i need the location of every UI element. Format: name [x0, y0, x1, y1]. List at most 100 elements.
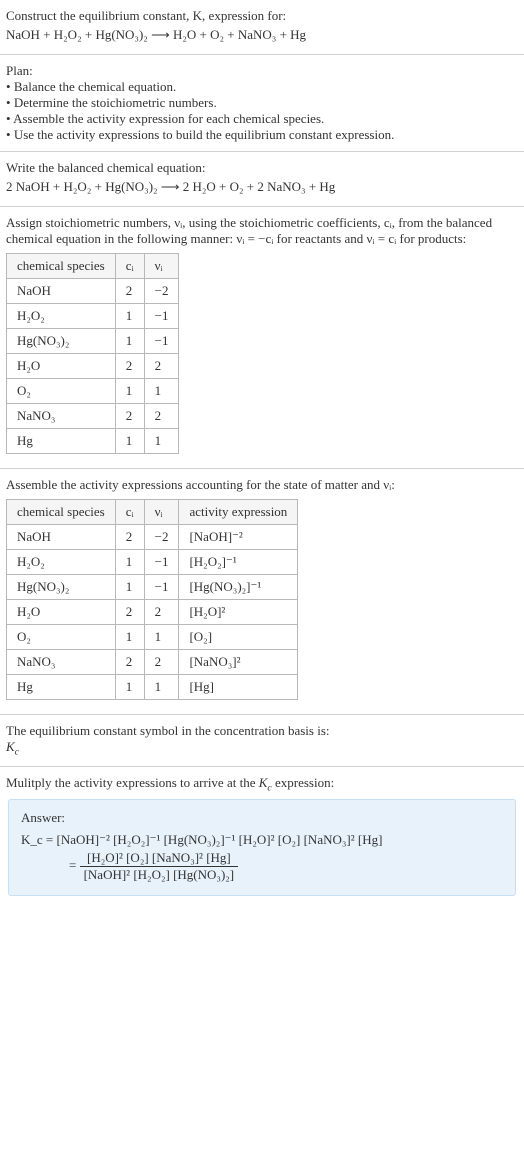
kc-fraction: [H₂O]² [O₂] [NaNO₃]² [Hg] [NaOH]² [H₂O₂]… — [80, 850, 239, 883]
plan-item-text: Assemble the activity expression for eac… — [13, 111, 324, 126]
cell: Hg — [7, 429, 116, 454]
plan-item-text: Balance the chemical equation. — [14, 79, 176, 94]
cell: Hg(NO₃)₂ — [7, 575, 116, 600]
col-species: chemical species — [7, 254, 116, 279]
activity-section: Assemble the activity expressions accoun… — [0, 469, 524, 715]
cell: H₂O₂ — [7, 550, 116, 575]
cell: 1 — [115, 379, 144, 404]
stoich-section: Assign stoichiometric numbers, νᵢ, using… — [0, 207, 524, 469]
cell: 1 — [115, 575, 144, 600]
cell: 1 — [115, 550, 144, 575]
cell: [Hg] — [179, 675, 298, 700]
activity-table: chemical species cᵢ νᵢ activity expressi… — [6, 499, 298, 700]
cell: −2 — [144, 279, 179, 304]
cell: O₂ — [7, 379, 116, 404]
table-row: O₂11 — [7, 379, 179, 404]
table-row: Hg11 — [7, 429, 179, 454]
table-header-row: chemical species cᵢ νᵢ — [7, 254, 179, 279]
kc-symbol-line: The equilibrium constant symbol in the c… — [6, 723, 518, 739]
cell: 2 — [115, 279, 144, 304]
table-row: NaNO₃22 — [7, 404, 179, 429]
cell: 1 — [144, 379, 179, 404]
kc-symbol: Kc — [6, 739, 518, 758]
cell: 2 — [115, 354, 144, 379]
cell: H₂O — [7, 600, 116, 625]
cell: NaOH — [7, 279, 116, 304]
cell: NaNO₃ — [7, 404, 116, 429]
cell: Hg(NO₃)₂ — [7, 329, 116, 354]
cell: H₂O₂ — [7, 304, 116, 329]
balanced-section: Write the balanced chemical equation: 2 … — [0, 152, 524, 207]
intro-section: Construct the equilibrium constant, K, e… — [0, 0, 524, 55]
table-row: NaOH2−2[NaOH]⁻² — [7, 525, 298, 550]
cell: −1 — [144, 329, 179, 354]
cell: Hg — [7, 675, 116, 700]
cell: 1 — [115, 625, 144, 650]
plan-item: • Determine the stoichiometric numbers. — [6, 95, 518, 111]
table-row: Hg(NO₃)₂1−1[Hg(NO₃)₂]⁻¹ — [7, 575, 298, 600]
stoich-text: Assign stoichiometric numbers, νᵢ, using… — [6, 215, 518, 247]
kc-denominator: [NaOH]² [H₂O₂] [Hg(NO₃)₂] — [80, 867, 239, 883]
cell: 1 — [115, 329, 144, 354]
table-row: H₂O22[H₂O]² — [7, 600, 298, 625]
kc-numerator: [H₂O]² [O₂] [NaNO₃]² [Hg] — [80, 850, 239, 867]
cell: −1 — [144, 304, 179, 329]
cell: H₂O — [7, 354, 116, 379]
multiply-text: Mulitply the activity expressions to arr… — [6, 775, 518, 794]
col-nui: νᵢ — [144, 254, 179, 279]
table-row: NaOH2−2 — [7, 279, 179, 304]
col-nui: νᵢ — [144, 500, 179, 525]
cell: 2 — [144, 404, 179, 429]
table-row: H₂O22 — [7, 354, 179, 379]
col-ci: cᵢ — [115, 254, 144, 279]
table-row: O₂11[O₂] — [7, 625, 298, 650]
table-header-row: chemical species cᵢ νᵢ activity expressi… — [7, 500, 298, 525]
cell: 2 — [115, 404, 144, 429]
intro-line: Construct the equilibrium constant, K, e… — [6, 8, 518, 24]
cell: [Hg(NO₃)₂]⁻¹ — [179, 575, 298, 600]
cell: 2 — [144, 354, 179, 379]
cell: 2 — [115, 600, 144, 625]
eq-sign: = — [69, 858, 80, 873]
cell: 1 — [144, 675, 179, 700]
cell: 2 — [144, 600, 179, 625]
unbalanced-equation: NaOH + H₂O₂ + Hg(NO₃)₂ ⟶ H₂O + O₂ + NaNO… — [6, 27, 518, 43]
cell: 2 — [144, 650, 179, 675]
table-row: Hg(NO₃)₂1−1 — [7, 329, 179, 354]
col-ci: cᵢ — [115, 500, 144, 525]
cell: 2 — [115, 650, 144, 675]
plan-item-text: Determine the stoichiometric numbers. — [14, 95, 217, 110]
plan-heading: Plan: — [6, 63, 518, 79]
plan-item-text: Use the activity expressions to build th… — [14, 127, 395, 142]
table-row: H₂O₂1−1[H₂O₂]⁻¹ — [7, 550, 298, 575]
cell: −2 — [144, 525, 179, 550]
cell: −1 — [144, 575, 179, 600]
stoich-table: chemical species cᵢ νᵢ NaOH2−2 H₂O₂1−1 H… — [6, 253, 179, 454]
balanced-heading: Write the balanced chemical equation: — [6, 160, 518, 176]
cell: [H₂O]² — [179, 600, 298, 625]
cell: −1 — [144, 550, 179, 575]
cell: O₂ — [7, 625, 116, 650]
table-row: H₂O₂1−1 — [7, 304, 179, 329]
cell: NaOH — [7, 525, 116, 550]
col-activity: activity expression — [179, 500, 298, 525]
cell: 1 — [115, 304, 144, 329]
multiply-section: Mulitply the activity expressions to arr… — [0, 767, 524, 915]
plan-item: • Assemble the activity expression for e… — [6, 111, 518, 127]
intro-text: Construct the equilibrium constant, K, e… — [6, 8, 286, 23]
table-row: Hg11[Hg] — [7, 675, 298, 700]
answer-box: Answer: K_c = [NaOH]⁻² [H₂O₂]⁻¹ [Hg(NO₃)… — [8, 799, 516, 896]
plan-item: • Balance the chemical equation. — [6, 79, 518, 95]
cell: 1 — [144, 429, 179, 454]
plan-section: Plan: • Balance the chemical equation. •… — [0, 55, 524, 152]
cell: 1 — [115, 429, 144, 454]
cell: NaNO₃ — [7, 650, 116, 675]
cell: 2 — [115, 525, 144, 550]
balanced-equation: 2 NaOH + H₂O₂ + Hg(NO₃)₂ ⟶ 2 H₂O + O₂ + … — [6, 179, 518, 195]
answer-label: Answer: — [21, 810, 503, 826]
cell: 1 — [115, 675, 144, 700]
kc-expression-line2: = [H₂O]² [O₂] [NaNO₃]² [Hg] [NaOH]² [H₂O… — [69, 850, 503, 883]
kc-expression-line1: K_c = [NaOH]⁻² [H₂O₂]⁻¹ [Hg(NO₃)₂]⁻¹ [H₂… — [21, 832, 503, 848]
cell: [O₂] — [179, 625, 298, 650]
kc-symbol-section: The equilibrium constant symbol in the c… — [0, 715, 524, 767]
